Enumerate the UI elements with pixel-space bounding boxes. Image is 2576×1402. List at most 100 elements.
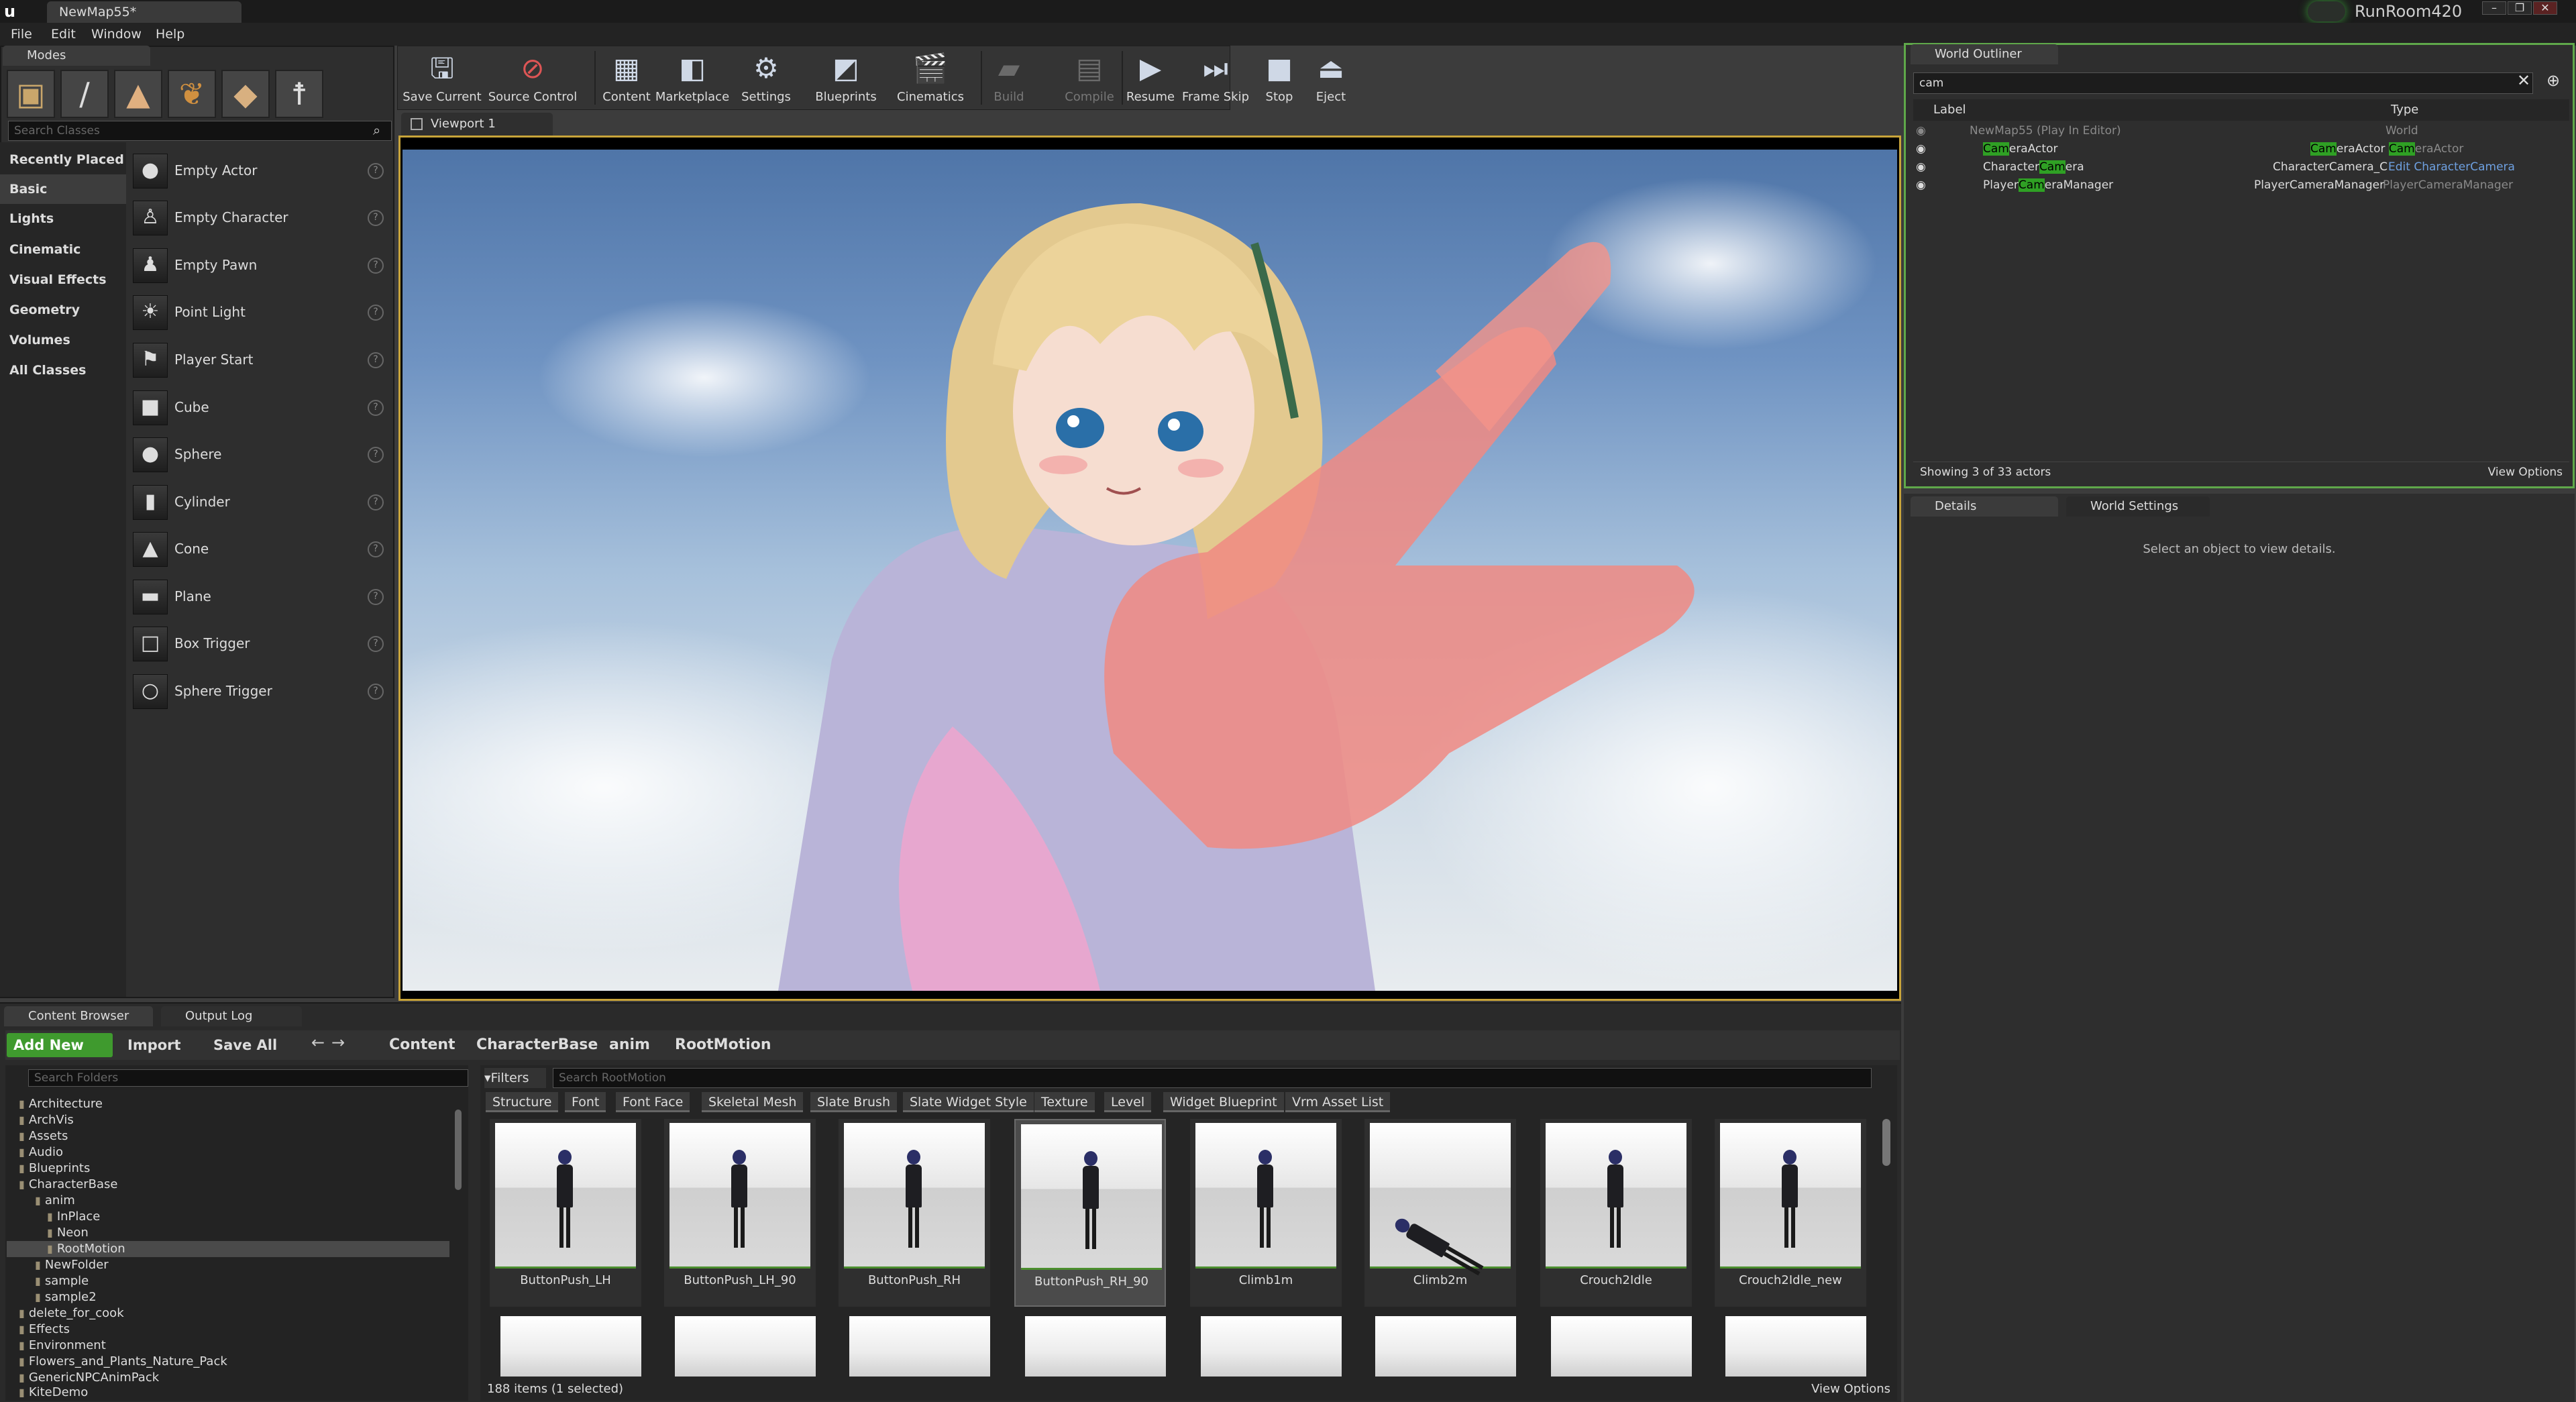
folder-item[interactable]: anim [35, 1193, 75, 1209]
menu-file[interactable]: File [11, 23, 32, 46]
asset-tile[interactable]: ButtonPush_LH_90 [664, 1119, 816, 1307]
folder-item[interactable]: Neon [47, 1225, 89, 1241]
filter-chip[interactable]: Level [1104, 1092, 1152, 1112]
category-recently-placed[interactable]: Recently Placed [0, 145, 126, 174]
folder-item[interactable]: InPlace [47, 1209, 101, 1225]
geometry-mode-icon[interactable]: ◆ [221, 70, 270, 118]
asset-tile[interactable]: Crouch2Idle_new [1715, 1119, 1866, 1307]
place-item[interactable]: ○ Sphere Trigger? [129, 667, 392, 714]
place-item[interactable]: ● Empty Actor? [129, 147, 392, 194]
asset-tile[interactable]: Climb1m [1190, 1119, 1342, 1307]
search-folders-input[interactable]: Search Folders [28, 1069, 468, 1087]
landscape-mode-icon[interactable]: ▲ [114, 70, 162, 118]
breadcrumb-item[interactable]: RootMotion [675, 1033, 771, 1057]
filter-chip[interactable]: Font [565, 1092, 606, 1112]
details-tab[interactable]: Details [1911, 496, 2058, 517]
filter-chip[interactable]: Vrm Asset List [1285, 1092, 1391, 1112]
filter-chip[interactable]: Widget Blueprint [1163, 1092, 1284, 1112]
breadcrumb-item[interactable]: anim [609, 1033, 650, 1057]
frame-skip-button[interactable]: ⏭ Frame Skip [1181, 47, 1250, 109]
eject-button[interactable]: ⏏ Eject [1307, 47, 1355, 109]
marketplace-button[interactable]: ◧ Marketplace [655, 47, 730, 109]
asset-thumbnail-partial[interactable] [1720, 1312, 1866, 1377]
place-item[interactable]: ☀ Point Light? [129, 288, 392, 335]
world-outliner-tab[interactable]: World Outliner [1911, 44, 2058, 64]
visibility-eye-icon[interactable]: ◉ [1916, 122, 1926, 140]
edit-blueprint-link[interactable]: Edit CharacterCamera [2388, 158, 2515, 176]
asset-thumbnail-partial[interactable] [844, 1312, 990, 1377]
source-control-button[interactable]: ⊘ Source Control [486, 47, 580, 109]
asset-tile[interactable]: ButtonPush_RH [839, 1119, 990, 1307]
help-icon[interactable]: ? [368, 589, 384, 605]
folder-item[interactable]: Flowers_and_Plants_Nature_Pack [19, 1354, 227, 1370]
asset-thumbnail-partial[interactable] [669, 1312, 816, 1377]
animation-mode-icon[interactable]: ☨ [275, 70, 323, 118]
modes-tab[interactable]: Modes [3, 46, 150, 66]
place-mode-icon[interactable]: ▣ [7, 70, 55, 118]
resume-button[interactable]: ▶ Resume [1124, 47, 1177, 109]
asset-thumbnail-partial[interactable] [1370, 1312, 1516, 1377]
help-icon[interactable]: ? [368, 636, 384, 652]
help-icon[interactable]: ? [368, 163, 384, 179]
place-item[interactable]: ■ Cube? [129, 384, 392, 431]
build-button[interactable]: ▰ Build [986, 47, 1032, 109]
maximize-button[interactable]: ❐ [2508, 1, 2532, 15]
asset-tile[interactable]: Climb2m [1364, 1119, 1516, 1307]
folder-item[interactable]: delete_for_cook [19, 1305, 124, 1322]
blueprints-button[interactable]: ◩ Blueprints [809, 47, 883, 109]
filter-chip[interactable]: Skeletal Mesh [702, 1092, 804, 1112]
help-icon[interactable]: ? [368, 684, 384, 700]
folder-scrollbar[interactable] [455, 1110, 462, 1190]
filter-chip[interactable]: Font Face [616, 1092, 690, 1112]
content-button[interactable]: ▦ Content [598, 47, 655, 109]
folder-item[interactable]: CharacterBase [19, 1177, 118, 1193]
breadcrumb-item[interactable]: Content [389, 1033, 455, 1057]
breadcrumb-item[interactable]: CharacterBase [476, 1033, 598, 1057]
type-column-header[interactable]: Type [2391, 99, 2418, 121]
place-item[interactable]: ● Sphere? [129, 431, 392, 478]
category-geometry[interactable]: Geometry [0, 295, 126, 325]
filter-chip[interactable]: Slate Brush [810, 1092, 897, 1112]
help-icon[interactable]: ? [368, 541, 384, 557]
folder-item[interactable]: NewFolder [35, 1257, 109, 1273]
place-item[interactable]: □ Box Trigger? [129, 620, 392, 667]
folder-item[interactable]: Effects [19, 1322, 70, 1338]
world-settings-tab[interactable]: World Settings [2066, 496, 2210, 517]
menu-help[interactable]: Help [156, 23, 184, 46]
viewport-render[interactable] [402, 150, 1897, 991]
place-item[interactable]: ♙ Empty Character? [129, 194, 392, 241]
save-current-button[interactable]: 🖫 Save Current [402, 47, 482, 109]
place-item[interactable]: ♟ Empty Pawn? [129, 241, 392, 288]
settings-button[interactable]: ⚙ Settings [738, 47, 794, 109]
add-new-button[interactable]: Add New [7, 1033, 113, 1057]
asset-thumbnail-partial[interactable] [1195, 1312, 1342, 1377]
viewport-tab[interactable]: Viewport 1 [401, 113, 553, 136]
place-item[interactable]: ▬ Plane? [129, 573, 392, 620]
clear-search-icon[interactable]: ✕ [2517, 71, 2530, 90]
help-icon[interactable]: ? [368, 258, 384, 274]
asset-tile-selected[interactable]: ButtonPush_RH_90 [1014, 1119, 1166, 1307]
outliner-row-player-camera-manager[interactable]: ◉ PlayerCameraManager PlayerCameraManage… [1913, 176, 2569, 195]
map-tab[interactable]: NewMap55* [47, 1, 241, 23]
stop-button[interactable]: ■ Stop [1254, 47, 1304, 109]
filter-chip[interactable]: Texture [1034, 1092, 1095, 1112]
place-item[interactable]: ⚑ Player Start? [129, 336, 392, 383]
category-visual-effects[interactable]: Visual Effects [0, 265, 126, 294]
filter-chip[interactable]: Structure [486, 1092, 559, 1112]
asset-thumbnail-partial[interactable] [495, 1312, 641, 1377]
close-window-button[interactable]: ✕ [2533, 1, 2557, 15]
viewport[interactable] [398, 136, 1901, 1001]
category-all-classes[interactable]: All Classes [0, 356, 126, 385]
folder-item[interactable]: GenericNPCAnimPack [19, 1370, 159, 1386]
minimize-button[interactable]: – [2482, 1, 2506, 15]
folder-item[interactable]: ArchVis [19, 1112, 74, 1128]
folder-item[interactable]: Audio [19, 1144, 63, 1161]
outliner-row-character-camera[interactable]: ◉ CharacterCamera CharacterCamera_C Edit… [1913, 158, 2569, 176]
help-icon[interactable]: ? [368, 352, 384, 368]
folder-item[interactable]: Environment [19, 1338, 106, 1354]
menu-window[interactable]: Window [91, 23, 142, 46]
paint-mode-icon[interactable]: / [60, 70, 109, 118]
folder-item-selected[interactable]: RootMotion [7, 1241, 449, 1257]
search-assets-input[interactable]: Search RootMotion [553, 1068, 1872, 1088]
forward-arrow-icon[interactable]: → [331, 1033, 345, 1052]
